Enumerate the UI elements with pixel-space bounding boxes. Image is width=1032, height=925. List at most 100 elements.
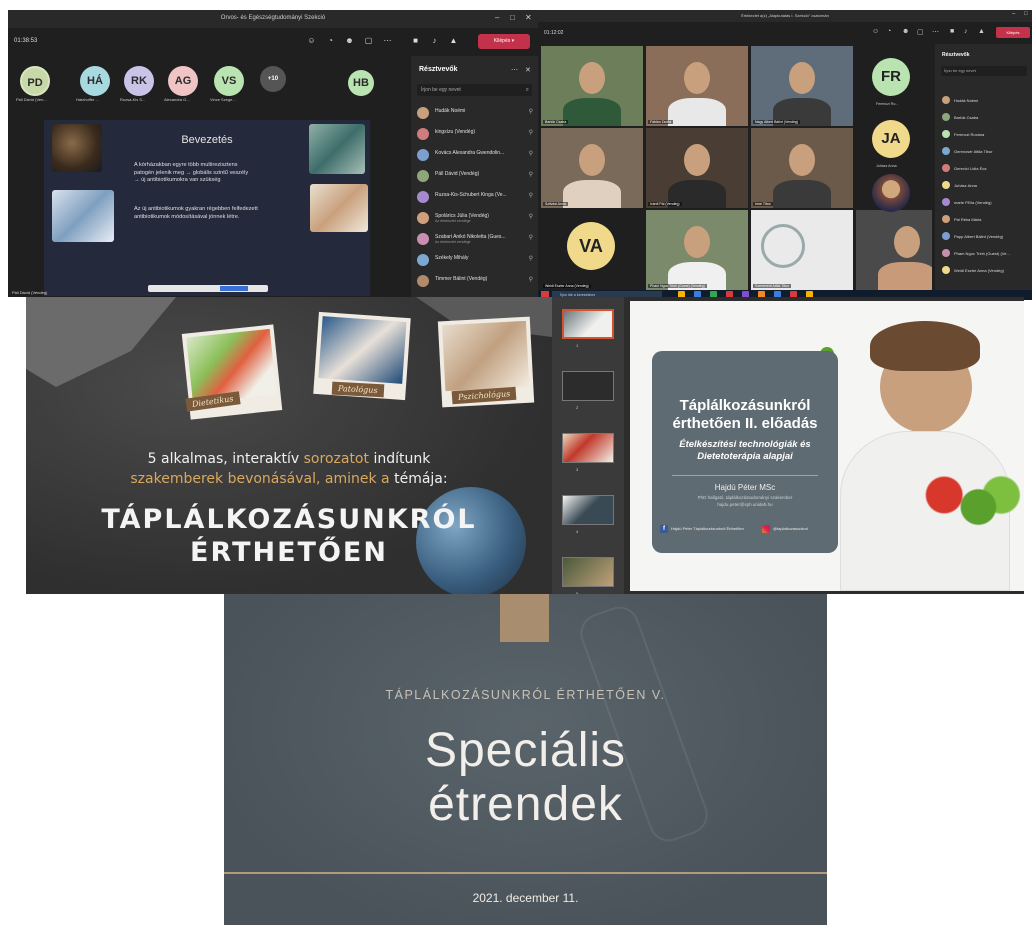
- participant-name: Gerevici Lídia Éva: [954, 166, 987, 171]
- slide-thumbnail[interactable]: [562, 495, 614, 525]
- chat-icon[interactable]: ◔: [887, 28, 891, 35]
- participant-avatar: [942, 266, 950, 274]
- participant-avatar[interactable]: +10: [260, 66, 286, 92]
- intro-highlight: sorozatot: [303, 451, 369, 467]
- video-tile-name: Imre Tibor: [753, 202, 773, 206]
- participant-row[interactable]: Székely Mihály ⚲: [417, 251, 535, 269]
- video-tile[interactable]: Szemerédi Attila Tibor: [751, 210, 853, 290]
- participant-avatar[interactable]: HÁ: [80, 66, 110, 96]
- participant-row[interactable]: Timmer Bálint (Vendég) ⚲: [417, 272, 535, 290]
- slide-thumbnail[interactable]: [562, 309, 614, 339]
- reactions-icon[interactable]: ☻: [902, 28, 909, 35]
- participant-avatar[interactable]: AG: [168, 66, 198, 96]
- participant-row[interactable]: Páll Dávid (Vendég) ⚲: [417, 167, 535, 185]
- leave-button[interactable]: Kilépés: [996, 27, 1030, 38]
- mic-muted-icon: ⚲: [528, 235, 533, 241]
- participant-avatar[interactable]: PD: [20, 66, 50, 96]
- minimize-icon[interactable]: –: [495, 13, 499, 22]
- video-tile[interactable]: [856, 210, 932, 290]
- mic-muted-icon: ⚲: [528, 193, 533, 199]
- participant-name: Juhász Anna: [876, 164, 897, 168]
- presenter-name: Hajdú Péter MSc: [714, 483, 776, 492]
- slide-paragraph-2: Az új antibiotikumok gyakran régebben fe…: [134, 206, 258, 221]
- participant-name: Páll Dávid (Vendég): [435, 171, 480, 177]
- video-tile[interactable]: Pham Ngoc Trinh (Guest) (Vendég): [646, 210, 748, 290]
- participant-row[interactable]: Hudák Noémi ⚲: [417, 104, 535, 122]
- powerpoint-editor: 12345 Táplálkozásunkról érthetően II. el…: [552, 297, 1024, 594]
- maximize-icon[interactable]: □: [1024, 11, 1028, 17]
- mic-muted-icon: ⚲: [528, 277, 533, 283]
- slide-title: Táplálkozásunkról érthetően II. előadás: [652, 397, 838, 433]
- control-button[interactable]: [220, 286, 248, 291]
- leave-button[interactable]: Kilépés ▾: [478, 34, 530, 49]
- people-icon[interactable]: ☺: [872, 28, 879, 35]
- share-icon[interactable]: ▲: [448, 36, 459, 46]
- slide-thumbnail[interactable]: [562, 371, 614, 401]
- slide-thumbnail[interactable]: [562, 557, 614, 587]
- rooms-icon[interactable]: ▢: [363, 36, 374, 46]
- participant-search-input[interactable]: Írjon be egy nevet: [941, 66, 1027, 76]
- participant-row[interactable]: Szabari Anikó Nikoletta (Gues... Az értek…: [417, 230, 535, 248]
- participant-subtitle: Az értekezlet vendége: [435, 240, 471, 244]
- participant-avatar[interactable]: HB: [348, 70, 374, 96]
- more-icon[interactable]: ⋯: [382, 36, 393, 46]
- participant-row[interactable]: Spolárics Júlia (Vendég) Az értekezlet ve…: [417, 209, 535, 227]
- participant-row[interactable]: kingsízu (Vendég) ⚲: [417, 125, 535, 143]
- close-icon[interactable]: ✕: [525, 66, 531, 74]
- subtitle-line: Ételkészítési technológiák és: [679, 439, 811, 450]
- participants-title: Résztvevők: [942, 52, 970, 58]
- participant-search-input[interactable]: Írjon be egy nevet ⌕: [417, 84, 532, 96]
- facebook-icon: f: [660, 525, 668, 533]
- thumbnail-number: 2: [576, 405, 579, 410]
- tag-pathologist: Patológus: [331, 381, 384, 398]
- meeting-toolbar: 01:12:02 ☺ ◔ ☻ ▢ ⋯ ■ ♪ ▲ Kilépés: [538, 22, 1032, 44]
- title-slide: TÁPLÁLKOZÁSUNKRÓL ÉRTHETŐEN V. Speciális…: [224, 594, 827, 925]
- mic-icon[interactable]: ♪: [429, 36, 440, 46]
- video-tile[interactable]: Imre Tibor: [751, 128, 853, 208]
- participant-avatar: [417, 170, 429, 182]
- participant-avatar[interactable]: FR: [872, 58, 910, 96]
- mic-icon[interactable]: ♪: [964, 28, 968, 35]
- chat-icon[interactable]: ◔: [325, 36, 336, 46]
- search-placeholder: Írjon be egy nevet: [944, 68, 976, 73]
- participant-photo[interactable]: [872, 174, 910, 212]
- leave-label: Kilépés: [1006, 30, 1020, 35]
- participant-name: Hatzhoffer ...: [76, 97, 99, 102]
- rooms-icon[interactable]: ▢: [917, 28, 924, 36]
- person-body: [563, 98, 621, 126]
- video-tile[interactable]: Szilvási Anna: [541, 128, 643, 208]
- video-tile[interactable]: Ivánfi Pál (Vendég): [646, 128, 748, 208]
- share-icon[interactable]: ▲: [978, 28, 985, 35]
- video-tile[interactable]: VA Weidl Eszter Anna (Vendég): [541, 210, 643, 290]
- participant-avatar: [417, 149, 429, 161]
- participant-row[interactable]: Kovács Alexandra Gwendolin... ⚲: [417, 146, 535, 164]
- participant-avatar[interactable]: RK: [124, 66, 154, 96]
- participant-row[interactable]: Ruzsa-Kis-Schubert Kinga (Ve... ⚲: [417, 188, 535, 206]
- more-icon[interactable]: ⋯: [932, 28, 939, 36]
- reactions-icon[interactable]: ☻: [344, 36, 355, 46]
- video-tile[interactable]: Fábián Zsófia: [646, 46, 748, 126]
- presenter-controls[interactable]: [148, 285, 268, 292]
- close-icon[interactable]: ✕: [525, 13, 532, 22]
- participant-name: Ruzsa-Kis S...: [120, 97, 146, 102]
- camera-icon[interactable]: ■: [410, 36, 421, 46]
- video-tile-name: Weidl Eszter Anna (Vendég): [543, 284, 591, 288]
- participant-avatar[interactable]: VS: [214, 66, 244, 96]
- minimize-icon[interactable]: –: [1012, 11, 1015, 17]
- participant-avatar: [417, 254, 429, 266]
- video-tile[interactable]: Nagy Albert Bálint (Vendég): [751, 46, 853, 126]
- slide-thumbnail[interactable]: [562, 433, 614, 463]
- video-tile-name: Bartók Csaba: [543, 120, 569, 124]
- mic-muted-icon: ⚲: [528, 151, 533, 157]
- maximize-icon[interactable]: □: [510, 13, 515, 22]
- more-icon[interactable]: ⋯: [511, 66, 518, 74]
- participant-name: Weidl Eszter Anna (Vendég): [954, 268, 1004, 273]
- title-bar: Értekezlet a(z) „Alapkutatás I. Szekció"…: [538, 10, 1032, 22]
- video-tile[interactable]: Bartók Csaba: [541, 46, 643, 126]
- camera-icon[interactable]: ■: [950, 28, 954, 35]
- mic-muted-icon: ⚲: [528, 130, 533, 136]
- people-icon[interactable]: ☺: [306, 36, 317, 46]
- participant-avatar[interactable]: JA: [872, 120, 910, 158]
- intro-text: indítunk: [373, 451, 431, 467]
- participant-avatar: VA: [567, 222, 615, 270]
